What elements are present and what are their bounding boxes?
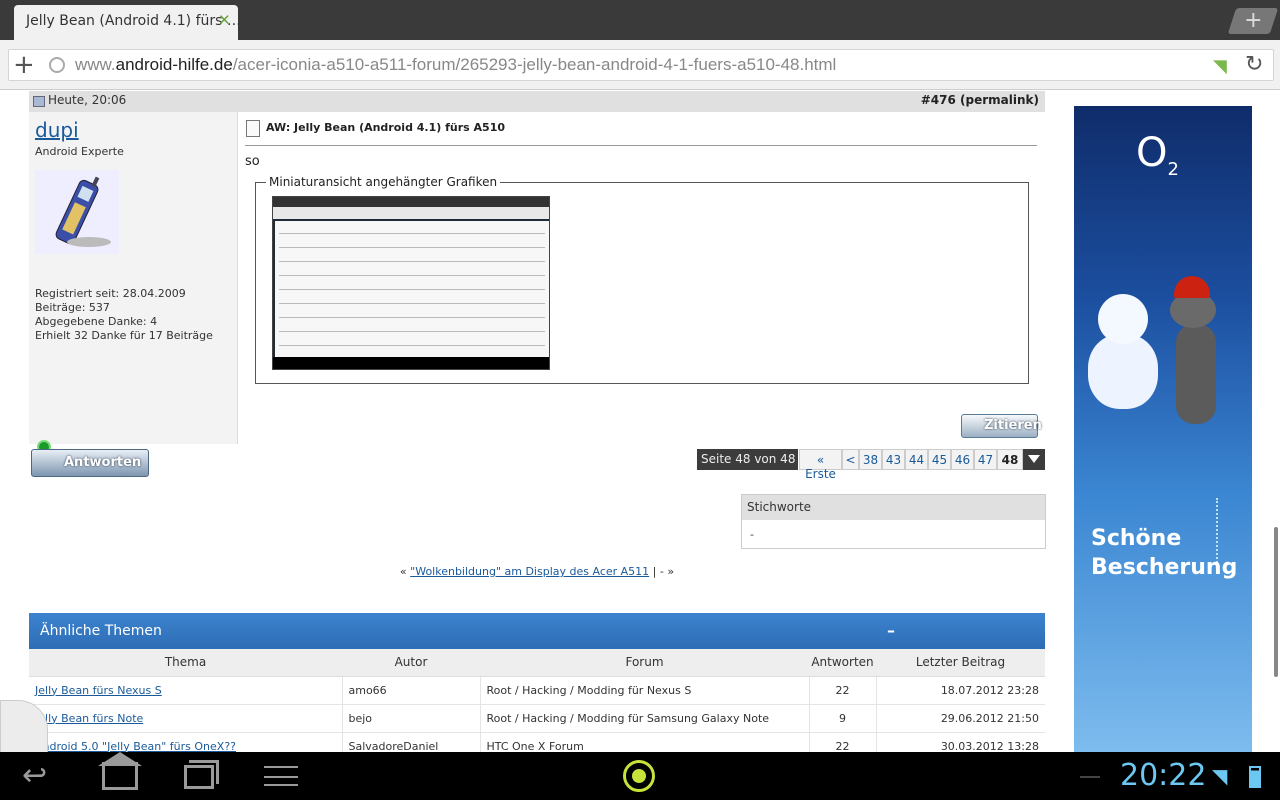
forum-cell: HTC One X Forum [480, 732, 810, 752]
attachments-box: Miniaturansicht angehängter Grafiken [255, 175, 1029, 384]
post-body: AW: Jelly Bean (Android 4.1) fürs A510 s… [238, 112, 1045, 444]
author-cell: amo66 [342, 676, 481, 705]
username-link[interactable]: dupi [35, 118, 79, 142]
scrollbar[interactable] [1274, 527, 1278, 677]
pagination-label: Seite 48 von 48 [697, 449, 798, 470]
post-title-icon [246, 120, 260, 137]
page-prev-link[interactable]: < [842, 449, 859, 470]
column-header: Autor [342, 649, 480, 677]
globe-icon [49, 57, 65, 73]
post-date: Heute, 20:06 [48, 93, 127, 107]
tab-strip: Jelly Bean (Android 4.1) fürs … ✕ + [0, 0, 1280, 40]
last-post-cell: 29.06.2012 21:50 [876, 704, 1045, 733]
avatar[interactable] [35, 170, 119, 254]
home-icon-body[interactable] [102, 762, 138, 790]
similar-threads-header: Ähnliche Themen – [29, 613, 1045, 649]
forum-cell: Root / Hacking / Modding für Nexus S [480, 676, 810, 705]
url-text[interactable]: www.android-hilfe.de/acer-iconia-a510-a5… [75, 55, 836, 75]
reply-label: Antworten [64, 455, 142, 470]
page-link[interactable]: 38 [859, 449, 882, 470]
collapse-icon[interactable]: – [887, 621, 895, 640]
app-launcher-icon[interactable] [623, 760, 655, 792]
replies-cell: 22 [809, 676, 877, 705]
thread-link[interactable]: Jelly Bean fürs Nexus S [29, 676, 343, 705]
similar-threads-table: Thema Autor Forum Antworten Letzter Beit… [29, 649, 1045, 752]
back-icon[interactable]: ↩ [22, 758, 47, 793]
chevron-down-icon [1028, 455, 1040, 463]
advertisement-banner[interactable]: O2 Schöne Bescherung [1074, 106, 1252, 752]
user-thanks-received: Erhielt 32 Danke für 17 Beiträge [35, 329, 213, 342]
user-thanks-given: Abgegebene Danke: 4 [35, 315, 158, 328]
quote-label: Zitieren [984, 418, 1042, 433]
column-header: Letzter Beitrag [876, 649, 1045, 677]
user-title: Android Experte [35, 145, 124, 158]
page-current: 48 [997, 449, 1023, 470]
page-first-link[interactable]: « Erste [799, 449, 842, 481]
page-jump-dropdown[interactable] [1023, 449, 1045, 470]
page-link[interactable]: 47 [974, 449, 997, 470]
forum-cell: Root / Hacking / Modding für Samsung Gal… [480, 704, 810, 733]
menu-icon[interactable] [264, 766, 298, 786]
author-cell: bejo [342, 704, 481, 733]
recent-apps-icon[interactable] [184, 765, 214, 789]
add-bookmark-icon[interactable]: + [13, 50, 35, 80]
browser-tab[interactable]: Jelly Bean (Android 4.1) fürs … ✕ [14, 5, 241, 40]
system-bar: ↩ 20:22 ◥ [0, 752, 1280, 800]
page-link[interactable]: 45 [928, 449, 951, 470]
previous-thread-link[interactable]: "Wolkenbildung" am Display des Acer A511 [410, 565, 649, 578]
snowman-image [1088, 294, 1158, 409]
tab-title: Jelly Bean (Android 4.1) fürs … [26, 13, 241, 29]
author-cell: SalvadoreDaniel [342, 732, 481, 752]
tags-box: Stichworte - [741, 494, 1046, 549]
user-info-pane: dupi Android Experte Registriert seit: 2… [29, 112, 238, 454]
web-page: Heute, 20:06 #476 (permalink) dupi Andro… [0, 91, 1280, 752]
attachments-legend: Miniaturansicht angehängter Grafiken [266, 175, 501, 189]
address-bar: + www.android-hilfe.de/acer-iconia-a510-… [0, 40, 1280, 90]
thread-link[interactable]: Jelly Bean fürs Note [29, 704, 343, 733]
table-row: Jelly Bean fürs Nexus S amo66 Root / Hac… [29, 676, 1045, 705]
next-thread-link[interactable]: » [667, 565, 674, 578]
table-row: Android 5.0 "Jelly Bean" fürs OneX?? Sal… [29, 732, 1045, 752]
column-header: Forum [480, 649, 809, 677]
rss-icon[interactable]: ◥ [1213, 56, 1227, 77]
reply-button[interactable]: Antworten [31, 449, 149, 477]
post-title: AW: Jelly Bean (Android 4.1) fürs A510 [266, 121, 506, 134]
post-header: Heute, 20:06 #476 (permalink) [29, 91, 1045, 112]
post-number[interactable]: #476 (permalink) [921, 93, 1039, 107]
column-header: Thema [29, 649, 342, 677]
quote-button[interactable]: Zitieren [961, 414, 1042, 438]
thread-navigation: « "Wolkenbildung" am Display des Acer A5… [399, 565, 675, 578]
tags-value: - [750, 528, 754, 541]
page-link[interactable]: 46 [951, 449, 974, 470]
ad-text: Schöne Bescherung [1091, 526, 1238, 580]
last-post-cell: 30.03.2012 13:28 [876, 732, 1045, 752]
user-posts: Beiträge: 537 [35, 301, 110, 314]
replies-cell: 22 [809, 732, 877, 752]
post-divider [245, 145, 1037, 146]
post-text: so [245, 154, 260, 169]
post-date-icon [33, 96, 45, 107]
similar-threads-title: Ähnliche Themen [40, 623, 162, 639]
page-link[interactable]: 43 [882, 449, 905, 470]
new-tab-button[interactable]: + [1227, 8, 1279, 34]
reload-icon[interactable]: ↻ [1245, 52, 1263, 77]
table-row: Jelly Bean fürs Note bejo Root / Hacking… [29, 704, 1045, 733]
raccoon-image [1170, 276, 1230, 426]
ad-logo: O2 [1136, 130, 1179, 180]
url-field[interactable]: + www.android-hilfe.de/acer-iconia-a510-… [8, 49, 1274, 81]
notification-dash-icon [1080, 776, 1100, 778]
last-post-cell: 18.07.2012 23:28 [876, 676, 1045, 705]
replies-cell: 9 [809, 704, 877, 733]
user-registered: Registriert seit: 28.04.2009 [35, 287, 186, 300]
battery-icon [1249, 766, 1261, 788]
tags-heading: Stichworte [742, 495, 1045, 520]
clock[interactable]: 20:22 [1120, 758, 1206, 793]
column-header: Antworten [809, 649, 876, 677]
attachment-thumbnail[interactable] [272, 196, 550, 370]
thread-link[interactable]: Android 5.0 "Jelly Bean" fürs OneX?? [29, 732, 343, 752]
close-tab-icon[interactable]: ✕ [218, 11, 231, 29]
plus-icon: + [1244, 8, 1263, 33]
wifi-icon: ◥ [1212, 764, 1228, 788]
page-link[interactable]: 44 [905, 449, 928, 470]
